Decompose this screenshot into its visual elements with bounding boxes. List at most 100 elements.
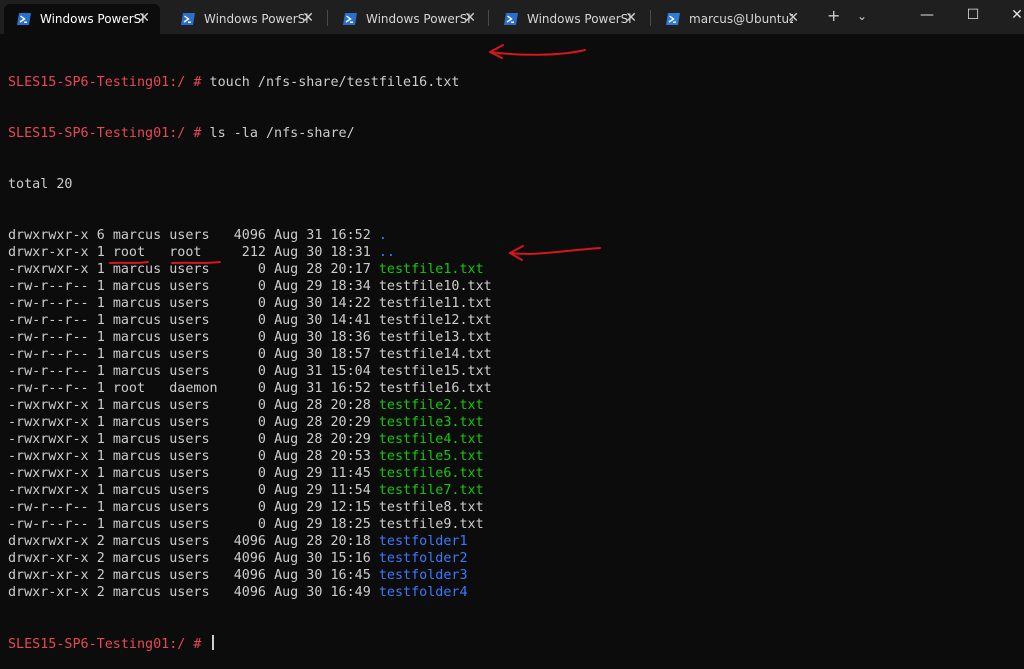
powershell-icon — [665, 11, 681, 27]
entry-size: 0 — [234, 313, 266, 328]
entry-owner: marcus — [113, 500, 161, 515]
entry-owner: marcus — [113, 517, 161, 532]
close-icon[interactable]: ✕ — [138, 10, 150, 26]
entry-owner: marcus — [113, 483, 161, 498]
listing-row: -rw-r--r-- 1 marcus users 0 Aug 30 14:41… — [8, 312, 1024, 329]
tab-4[interactable]: Windows PowerShell✕ — [491, 4, 647, 34]
entry-group: users — [169, 262, 217, 277]
entry-date: Aug 31 16:52 — [274, 228, 371, 243]
entry-size: 0 — [234, 296, 266, 311]
entry-name: testfolder2 — [379, 551, 468, 566]
listing-row: -rw-r--r-- 1 marcus users 0 Aug 30 18:57… — [8, 346, 1024, 363]
entry-size: 0 — [234, 449, 266, 464]
command-line-3[interactable]: SLES15-SP6-Testing01:/ # — [8, 635, 1024, 652]
entry-perms: -rw-r--r-- — [8, 313, 89, 328]
entry-name: testfile8.txt — [379, 500, 484, 515]
entry-size: 0 — [234, 415, 266, 430]
listing-row: drwxr-xr-x 2 marcus users 4096 Aug 30 15… — [8, 550, 1024, 567]
entry-size: 4096 — [234, 534, 266, 549]
listing-row: drwxrwxr-x 2 marcus users 4096 Aug 28 20… — [8, 533, 1024, 550]
entry-date: Aug 28 20:17 — [274, 262, 371, 277]
tab-title: Windows PowerShell — [204, 12, 308, 26]
listing-row: -rw-r--r-- 1 marcus users 0 Aug 29 18:34… — [8, 278, 1024, 295]
entry-date: Aug 29 18:25 — [274, 517, 371, 532]
entry-name: testfolder3 — [379, 568, 468, 583]
entry-size: 0 — [234, 347, 266, 362]
entry-links: 2 — [97, 585, 105, 600]
entry-group: users — [169, 585, 217, 600]
entry-links: 2 — [97, 551, 105, 566]
entry-owner: marcus — [113, 228, 161, 243]
entry-date: Aug 30 16:49 — [274, 585, 371, 600]
close-window-button[interactable]: ✕ — [994, 4, 1024, 26]
entry-group: users — [169, 279, 217, 294]
entry-name: . — [379, 228, 387, 243]
command-line-2: SLES15-SP6-Testing01:/ # ls -la /nfs-sha… — [8, 125, 1024, 142]
entry-name: testfile15.txt — [379, 364, 492, 379]
entry-date: Aug 29 18:34 — [274, 279, 371, 294]
entry-perms: drwxr-xr-x — [8, 551, 89, 566]
entry-name: testfile16.txt — [379, 381, 492, 396]
maximize-button[interactable]: ☐ — [950, 4, 996, 26]
entry-perms: -rw-r--r-- — [8, 500, 89, 515]
entry-perms: -rw-r--r-- — [8, 330, 89, 345]
entry-date: Aug 29 12:15 — [274, 500, 371, 515]
listing-row: drwxr-xr-x 1 root root 212 Aug 30 18:31 … — [8, 244, 1024, 261]
tab-separator — [327, 10, 328, 26]
entry-links: 1 — [97, 432, 105, 447]
entry-perms: -rwxrwxr-x — [8, 432, 89, 447]
entry-owner: marcus — [113, 449, 161, 464]
entry-links: 1 — [97, 483, 105, 498]
entry-size: 212 — [234, 245, 266, 260]
close-icon[interactable]: ✕ — [302, 10, 314, 26]
entry-links: 1 — [97, 296, 105, 311]
entry-perms: -rwxrwxr-x — [8, 262, 89, 277]
tab-title: Windows PowerShell — [40, 12, 144, 26]
tab-3[interactable]: Windows PowerShell✕ — [330, 4, 486, 34]
listing-row: -rwxrwxr-x 1 marcus users 0 Aug 28 20:29… — [8, 431, 1024, 448]
entry-name: testfile13.txt — [379, 330, 492, 345]
entry-links: 1 — [97, 330, 105, 345]
entry-group: users — [169, 449, 217, 464]
entry-perms: -rwxrwxr-x — [8, 466, 89, 481]
entry-perms: -rw-r--r-- — [8, 364, 89, 379]
entry-owner: marcus — [113, 296, 161, 311]
entry-name: testfile4.txt — [379, 432, 484, 447]
entry-owner: marcus — [113, 534, 161, 549]
close-icon[interactable]: ✕ — [464, 10, 476, 26]
entry-links: 1 — [97, 415, 105, 430]
entry-owner: marcus — [113, 347, 161, 362]
listing-row: -rw-r--r-- 1 marcus users 0 Aug 29 18:25… — [8, 516, 1024, 533]
prompt: SLES15-SP6-Testing01:/ # — [8, 75, 210, 90]
close-icon[interactable]: ✕ — [625, 10, 637, 26]
plus-icon[interactable]: + — [827, 6, 840, 25]
entry-size: 0 — [234, 330, 266, 345]
entry-links: 6 — [97, 228, 105, 243]
chevron-down-icon[interactable]: ⌄ — [857, 9, 867, 23]
entry-size: 0 — [234, 279, 266, 294]
entry-owner: marcus — [113, 432, 161, 447]
tab-title: Windows PowerShell — [366, 12, 470, 26]
tab-1[interactable]: Windows PowerShell✕ — [4, 4, 160, 34]
entry-size: 4096 — [234, 228, 266, 243]
entry-perms: -rwxrwxr-x — [8, 483, 89, 498]
close-icon[interactable]: ✕ — [787, 10, 799, 26]
entry-size: 4096 — [234, 568, 266, 583]
entry-group: users — [169, 500, 217, 515]
minimize-button[interactable]: — — [904, 4, 950, 26]
entry-date: Aug 31 16:52 — [274, 381, 371, 396]
entry-perms: -rw-r--r-- — [8, 279, 89, 294]
entry-size: 0 — [234, 262, 266, 277]
entry-date: Aug 30 14:41 — [274, 313, 371, 328]
tab-2[interactable]: Windows PowerShell✕ — [168, 4, 324, 34]
entry-name: testfile1.txt — [379, 262, 484, 277]
entry-name: testfile5.txt — [379, 449, 484, 464]
entry-perms: -rw-r--r-- — [8, 381, 89, 396]
listing-row: -rw-r--r-- 1 marcus users 0 Aug 31 15:04… — [8, 363, 1024, 380]
terminal-output[interactable]: SLES15-SP6-Testing01:/ # touch /nfs-shar… — [8, 40, 1024, 504]
entry-name: .. — [379, 245, 395, 260]
tab-5[interactable]: marcus@Ubuntu22✕ — [653, 4, 809, 34]
entry-name: testfile12.txt — [379, 313, 492, 328]
entry-perms: drwxr-xr-x — [8, 245, 89, 260]
text-cursor — [212, 635, 214, 650]
